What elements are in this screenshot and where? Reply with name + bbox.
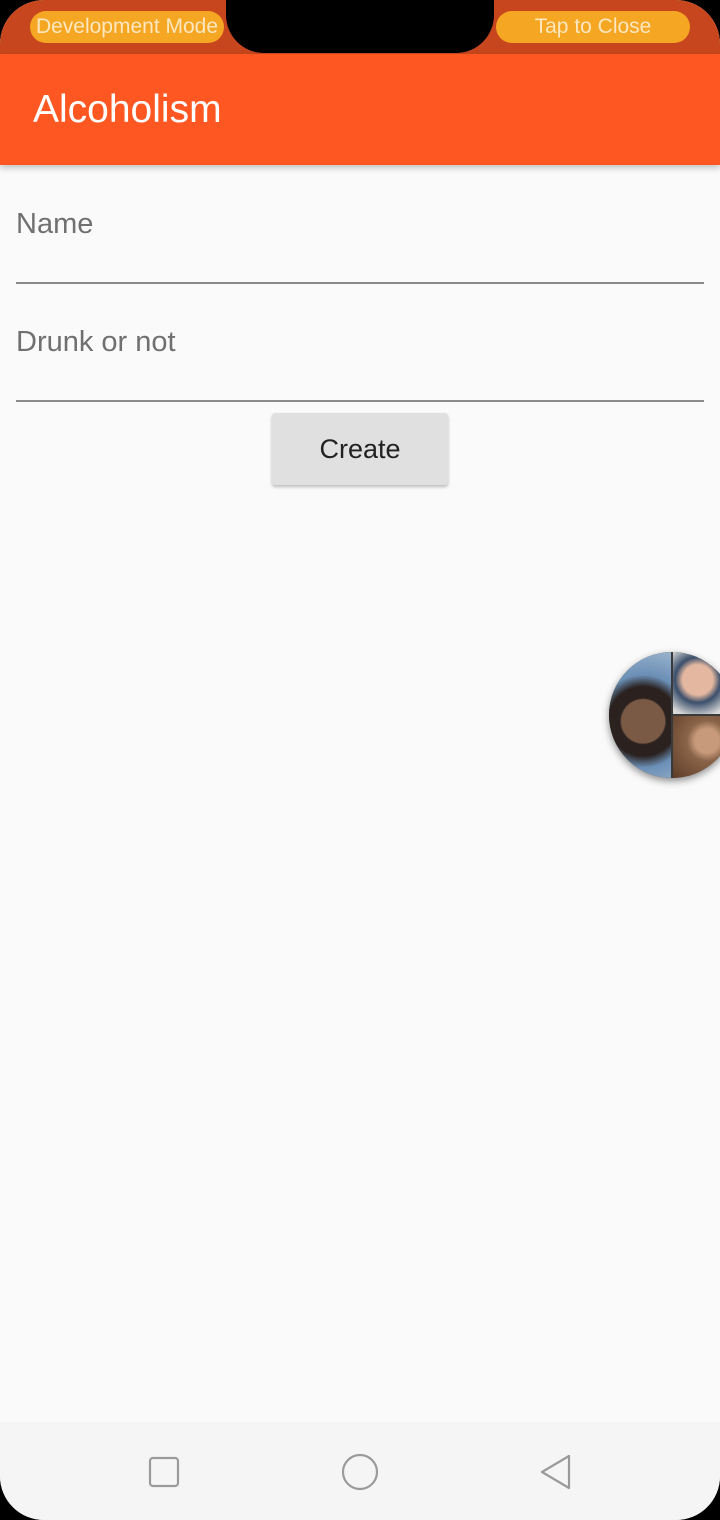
drunk-or-not-input[interactable] xyxy=(16,284,704,394)
drunk-or-not-field[interactable]: Drunk or not xyxy=(16,284,704,402)
triangle-back-icon[interactable] xyxy=(536,1452,576,1492)
development-mode-badge[interactable]: Development Mode xyxy=(30,11,224,43)
tap-to-close-button[interactable]: Tap to Close xyxy=(496,11,690,43)
group-avatar-icon[interactable] xyxy=(609,652,720,778)
create-button[interactable]: Create xyxy=(272,413,448,485)
status-bar: Development Mode Tap to Close xyxy=(0,0,720,54)
page-title: Alcoholism xyxy=(33,88,222,131)
avatar-photo-2 xyxy=(673,652,720,714)
circle-icon[interactable] xyxy=(340,1452,380,1492)
square-icon[interactable] xyxy=(144,1452,184,1492)
app-bar: Alcoholism xyxy=(0,54,720,165)
name-field[interactable]: Name xyxy=(16,166,704,284)
display-notch xyxy=(226,0,494,53)
system-nav-bar xyxy=(0,1422,720,1520)
name-input[interactable] xyxy=(16,166,704,276)
avatar-photo-1 xyxy=(609,652,671,778)
avatar-photo-3 xyxy=(673,716,720,778)
phone-screen: Development Mode Tap to Close Alcoholism… xyxy=(0,0,720,1520)
